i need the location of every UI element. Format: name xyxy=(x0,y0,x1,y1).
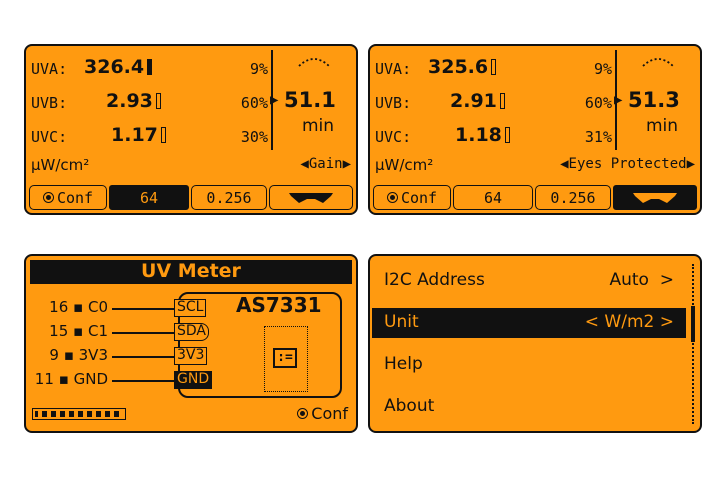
tab-gain[interactable]: 64 xyxy=(109,185,189,210)
setting-selector[interactable]: ◀Eyes Protected▶ xyxy=(560,156,695,172)
uvc-bar-indicator xyxy=(160,127,166,143)
uvc-bar-indicator xyxy=(504,127,510,143)
page-indicator xyxy=(32,408,126,420)
uvc-percent: 31% xyxy=(584,128,612,146)
uva-label: UVA: xyxy=(31,60,68,78)
uvc-percent: 30% xyxy=(240,128,268,146)
wire-1 xyxy=(112,308,174,310)
menu-item-label: I2C Address xyxy=(384,270,485,290)
uva-bar-indicator xyxy=(491,59,497,75)
units-label: µW/cm² xyxy=(375,156,434,174)
pin-row-3: 9 ▪ 3V3 xyxy=(49,346,108,364)
menu-item-value: < W/m2 > xyxy=(584,312,674,332)
pin-row-2: 15 ▪ C1 xyxy=(49,322,108,340)
setting-tabs: Conf 64 0.256 xyxy=(373,185,697,210)
uvc-label: UVC: xyxy=(31,128,68,146)
chevron-right-icon: > xyxy=(659,270,674,290)
tab-eye-protection[interactable] xyxy=(613,185,697,210)
uv-readings-screen-gain: UVA: 326.4 9% UVB: 2.93 60% UVC: 1.17 30… xyxy=(24,44,358,215)
chevron-right-icon: > xyxy=(659,312,674,332)
uva-percent: 9% xyxy=(249,60,268,78)
tab-conf[interactable]: Conf xyxy=(373,185,451,210)
settings-screen: I2C Address Auto > Unit < W/m2 > Help Ab… xyxy=(368,254,702,433)
arrow-left-icon: ◀ xyxy=(560,156,569,172)
menu-item-value: Auto > xyxy=(609,270,674,290)
exposure-time-value: 51.3 xyxy=(628,88,680,112)
uvb-label: UVB: xyxy=(375,94,412,112)
pointer-right-icon: ▶ xyxy=(270,92,279,108)
pin-sda: SDA xyxy=(174,323,209,341)
tab-gain[interactable]: 64 xyxy=(453,185,533,210)
tab-integration-time[interactable]: 0.256 xyxy=(535,185,611,210)
chip-label: AS7331 xyxy=(236,293,322,317)
uvb-percent: 60% xyxy=(240,94,268,112)
uvb-percent: 60% xyxy=(584,94,612,112)
pin-gnd: GND xyxy=(174,371,213,389)
uva-bar-indicator xyxy=(147,59,153,75)
units-label: µW/cm² xyxy=(31,156,90,174)
exposure-time-value: 51.1 xyxy=(284,88,336,112)
arrow-right-icon: ▶ xyxy=(342,156,351,172)
wire-2 xyxy=(112,332,174,334)
conf-button[interactable]: Conf xyxy=(297,404,348,423)
pointer-right-icon: ▶ xyxy=(614,92,623,108)
uva-label: UVA: xyxy=(375,60,412,78)
wiring-screen: UV Meter AS7331 := 16 ▪ C0 SCL 15 ▪ C1 S… xyxy=(24,254,358,433)
sensor-die-icon: := xyxy=(273,348,297,368)
radio-icon xyxy=(297,408,309,419)
page-title: UV Meter xyxy=(141,260,241,282)
pin-3v3: 3V3 xyxy=(174,347,208,365)
uva-value: 325.6 xyxy=(428,56,497,78)
menu-item-label: About xyxy=(384,396,435,416)
exposure-time-unit: min xyxy=(646,116,679,136)
menu-item-label: Unit xyxy=(384,312,419,332)
sunglasses-icon xyxy=(633,192,677,203)
arrow-right-icon: ▶ xyxy=(686,156,695,172)
uvb-bar-indicator xyxy=(155,93,161,109)
chevron-left-icon: < xyxy=(584,312,600,332)
pin-scl: SCL xyxy=(174,299,207,317)
eye-icon xyxy=(642,58,674,67)
tab-eye-protection[interactable] xyxy=(269,185,353,210)
scrollbar-track[interactable] xyxy=(692,264,694,424)
pin-row-1: 16 ▪ C0 xyxy=(49,298,108,316)
arrow-left-icon: ◀ xyxy=(300,156,309,172)
menu-item-about[interactable]: About xyxy=(372,392,686,422)
tab-conf[interactable]: Conf xyxy=(29,185,107,210)
eye-icon xyxy=(298,58,330,67)
sunglasses-icon xyxy=(289,192,333,203)
menu-item-i2c-address[interactable]: I2C Address Auto > xyxy=(372,266,686,296)
uvb-label: UVB: xyxy=(31,94,68,112)
setting-selector[interactable]: ◀Gain▶ xyxy=(300,156,351,172)
uvb-value: 2.91 xyxy=(450,90,505,112)
radio-icon xyxy=(386,192,398,203)
menu-item-unit[interactable]: Unit < W/m2 > xyxy=(372,308,686,338)
uvc-value: 1.17 xyxy=(111,124,166,146)
setting-tabs: Conf 64 0.256 xyxy=(29,185,353,210)
wire-3 xyxy=(112,356,174,358)
radio-icon xyxy=(42,192,54,203)
uvc-label: UVC: xyxy=(375,128,412,146)
menu-item-help[interactable]: Help xyxy=(372,350,686,380)
uv-readings-screen-eyes: UVA: 325.6 9% UVB: 2.91 60% UVC: 1.18 31… xyxy=(368,44,702,215)
pin-row-4: 11 ▪ GND xyxy=(34,370,108,388)
menu-item-label: Help xyxy=(384,354,423,374)
uvb-value: 2.93 xyxy=(106,90,161,112)
tab-integration-time[interactable]: 0.256 xyxy=(191,185,267,210)
uva-value: 326.4 xyxy=(84,56,153,78)
uvb-bar-indicator xyxy=(499,93,505,109)
uva-percent: 9% xyxy=(593,60,612,78)
scrollbar-thumb[interactable] xyxy=(691,306,695,342)
uvc-value: 1.18 xyxy=(455,124,510,146)
exposure-time-unit: min xyxy=(302,116,335,136)
wire-4 xyxy=(112,380,174,382)
